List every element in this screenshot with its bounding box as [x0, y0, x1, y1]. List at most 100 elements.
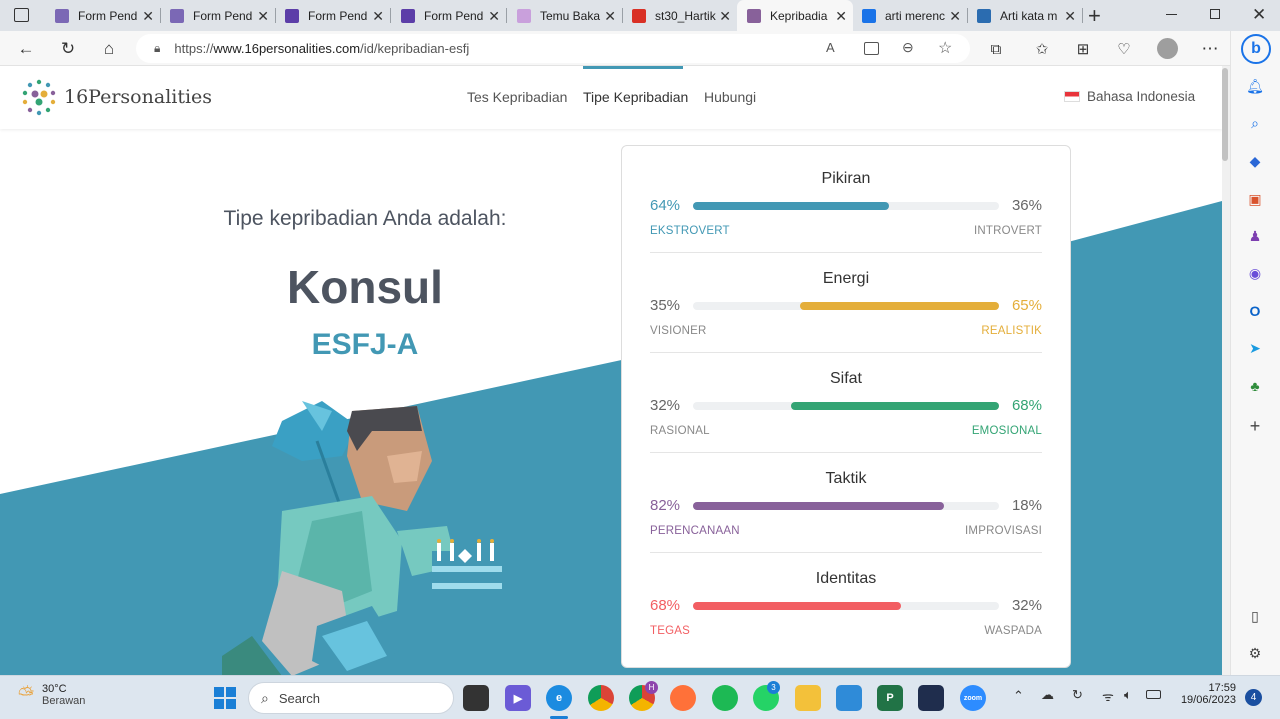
cloud-tray-icon[interactable]: ☁︎	[1041, 687, 1054, 703]
tools-briefcase-icon[interactable]: ▣	[1245, 189, 1265, 209]
site-header: 16Personalities Tes Kepribadian Tipe Kep…	[0, 66, 1222, 129]
microsoft365-icon[interactable]: ◉	[1245, 263, 1265, 283]
teams-chat-icon[interactable]: ▶	[505, 685, 531, 711]
hide-sidebar-icon[interactable]: ▯	[1245, 606, 1265, 626]
tab-title: arti merenc	[885, 8, 946, 23]
performance-icon[interactable]: ♡	[1111, 36, 1137, 62]
close-tab-icon[interactable]: ✕	[142, 8, 154, 25]
close-window-button[interactable]: ✕	[1252, 5, 1266, 25]
home-button[interactable]: ⌂	[96, 36, 122, 62]
bing-chat-icon[interactable]: b	[1241, 34, 1271, 64]
trait-row: Taktik 82% 18% PERENCANAAN IMPROVISASI	[650, 470, 1042, 570]
zoom-out-icon[interactable]: ⊖	[902, 39, 914, 56]
browser-tab[interactable]: Form Pend ✕	[45, 0, 161, 31]
trait-title: Energi	[822, 270, 870, 287]
notification-count-badge[interactable]: 4	[1245, 689, 1262, 706]
store-icon[interactable]	[836, 685, 862, 711]
trait-left-percent: 64%	[650, 197, 681, 214]
back-button[interactable]: ←	[13, 36, 39, 62]
games-icon[interactable]: ♟	[1245, 226, 1265, 246]
game-app-icon[interactable]	[918, 685, 944, 711]
close-tab-icon[interactable]: ✕	[719, 8, 731, 25]
browser-tab[interactable]: Form Pend ✕	[391, 0, 507, 31]
profile-avatar[interactable]	[1157, 38, 1178, 59]
project-app-icon[interactable]: P	[877, 685, 903, 711]
close-tab-icon[interactable]: ✕	[257, 8, 269, 25]
zoom-icon[interactable]: zoom	[960, 685, 986, 711]
outlook-icon[interactable]: O	[1245, 301, 1265, 321]
browser-tab[interactable]: Temu Baka ✕	[507, 0, 623, 31]
weather-widget[interactable]: ⛅︎ 30°C Berawan	[18, 683, 85, 707]
clock-time: 17:59	[1208, 682, 1236, 694]
tab-title: Temu Baka	[540, 8, 601, 23]
notification-bell-icon[interactable]: 🔔︎	[1245, 76, 1265, 96]
nav-tes-kepribadian[interactable]: Tes Kepribadian	[467, 89, 567, 105]
search-icon	[862, 8, 876, 23]
browser-tab[interactable]: st30_Hartik ✕	[622, 0, 737, 31]
trait-right-label: INTROVERT	[973, 225, 1042, 237]
battery-icon[interactable]	[1146, 690, 1161, 699]
edge-sidebar: b 🔔︎ ⌕ ◆ ▣ ♟ ◉ O ➤ ♣ + ▯ ⚙	[1230, 31, 1280, 675]
favorite-star-icon[interactable]: ☆	[938, 38, 952, 58]
immersive-reader-icon[interactable]	[864, 42, 879, 55]
browser-tab[interactable]: Form Pend ✕	[160, 0, 276, 31]
edge-taskbar-icon[interactable]: e	[546, 685, 572, 711]
new-tab-button[interactable]: +	[1088, 3, 1101, 29]
close-tab-icon[interactable]: ✕	[835, 8, 847, 25]
page-scrollbar[interactable]	[1222, 66, 1230, 675]
favorites-icon[interactable]: ✩	[1029, 36, 1055, 62]
trait-left-percent: 82%	[650, 497, 681, 514]
spotify-icon[interactable]	[712, 685, 738, 711]
close-tab-icon[interactable]: ✕	[949, 8, 961, 25]
firefox-icon[interactable]	[670, 685, 696, 711]
close-tab-icon[interactable]: ✕	[488, 8, 500, 25]
browser-tab[interactable]: Form Pend ✕	[275, 0, 391, 31]
trait-title: Sifat	[829, 370, 862, 387]
more-menu-icon[interactable]: ⋯	[1197, 36, 1223, 62]
telegram-send-icon[interactable]: ➤	[1245, 338, 1265, 358]
add-sidebar-app-icon[interactable]: +	[1245, 416, 1265, 436]
trait-divider	[650, 452, 1042, 453]
wifi-icon[interactable]: ᯤ	[1102, 687, 1114, 705]
site-logo[interactable]: 16Personalities	[20, 78, 212, 116]
close-tab-icon[interactable]: ✕	[372, 8, 384, 25]
tab-actions-button[interactable]	[14, 8, 29, 22]
collections-icon[interactable]: ⊞	[1070, 36, 1096, 62]
start-button[interactable]	[214, 687, 236, 709]
show-hidden-icons-chevron[interactable]: ⌃	[1013, 688, 1024, 704]
chrome-icon[interactable]	[588, 685, 614, 711]
shopping-tag-icon[interactable]: ◆	[1245, 151, 1265, 171]
trait-right-label: REALISTIK	[981, 325, 1042, 337]
sidebar-settings-icon[interactable]: ⚙	[1245, 643, 1265, 663]
trait-title: Identitas	[815, 570, 877, 587]
nav-tipe-kepribadian[interactable]: Tipe Kepribadian	[583, 89, 688, 105]
browser-tab[interactable]: arti merenc ✕	[852, 0, 968, 31]
trait-right-percent: 65%	[1011, 297, 1042, 314]
sidebar-search-icon[interactable]: ⌕	[1245, 113, 1265, 133]
clock[interactable]: 17:59 19/06/2023	[1172, 682, 1236, 706]
language-label: Bahasa Indonesia	[1087, 89, 1196, 104]
browser-tab[interactable]: Arti kata m ✕	[967, 0, 1083, 31]
url-bar[interactable]: 🔒︎ https://www.16personalities.com/id/ke…	[136, 34, 970, 63]
file-explorer-icon[interactable]	[795, 685, 821, 711]
nav-hubungi[interactable]: Hubungi	[704, 89, 756, 105]
tree-icon[interactable]: ♣	[1245, 376, 1265, 396]
url-scheme: https://	[174, 41, 214, 56]
language-selector[interactable]: Bahasa Indonesia	[1064, 89, 1195, 104]
task-view-icon[interactable]	[463, 685, 489, 711]
close-tab-icon[interactable]: ✕	[604, 8, 616, 25]
taskbar-search[interactable]: ⌕ Search	[248, 682, 454, 714]
sync-tray-icon[interactable]: ↻	[1072, 687, 1083, 703]
browser-tab[interactable]: Kepribadia ✕	[737, 0, 853, 31]
scrollbar-thumb[interactable]	[1222, 68, 1228, 161]
refresh-button[interactable]: ↻	[55, 36, 81, 62]
maximize-button[interactable]	[1210, 9, 1220, 19]
read-aloud-icon[interactable]: A	[826, 40, 835, 55]
lock-icon[interactable]: 🔒︎	[154, 41, 160, 56]
indonesia-flag-icon	[1064, 91, 1080, 102]
trait-summary-card: Pikiran 64% 36% EKSTROVERT INTROVERT Energi 35…	[621, 145, 1071, 668]
extensions-icon[interactable]: ⧉	[983, 36, 1009, 62]
close-tab-icon[interactable]: ✕	[1064, 8, 1076, 25]
volume-icon[interactable]: 🔈︎	[1124, 687, 1132, 703]
minimize-button[interactable]	[1166, 14, 1177, 15]
